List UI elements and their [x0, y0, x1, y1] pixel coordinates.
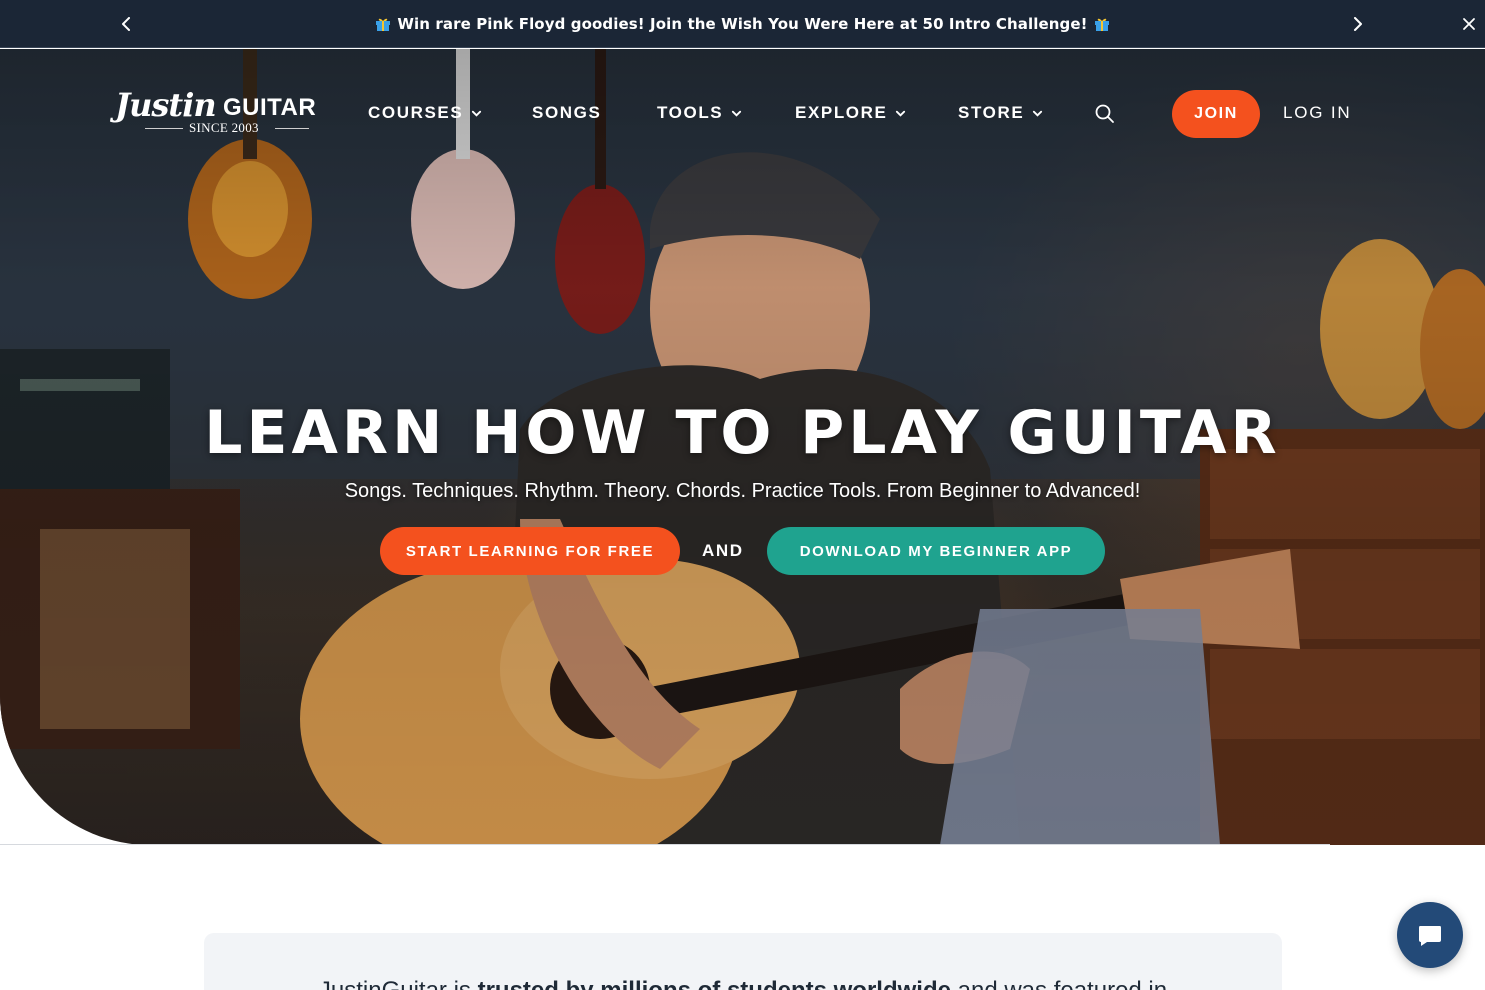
- logo-divider: [145, 128, 183, 129]
- nav-tools-label: TOOLS: [657, 103, 724, 122]
- nav-explore-label: EXPLORE: [795, 103, 888, 122]
- trust-card: JustinGuitar is trusted by millions of s…: [204, 933, 1282, 990]
- trust-suffix: and was featured in: [951, 977, 1167, 990]
- chevron-down-icon: [896, 110, 906, 117]
- site-logo[interactable]: Justin GUITAR SINCE 2003: [115, 86, 317, 138]
- nav-courses-label: COURSES: [368, 103, 464, 122]
- chevron-down-icon: [732, 110, 742, 117]
- trust-prefix: JustinGuitar is: [319, 977, 478, 990]
- nav-store[interactable]: STORE: [958, 103, 1043, 123]
- logo-divider: [275, 128, 309, 129]
- chat-icon: [1419, 926, 1441, 946]
- close-icon[interactable]: [1459, 14, 1479, 34]
- download-app-button[interactable]: DOWNLOAD MY BEGINNER APP: [767, 527, 1105, 575]
- logo-since-text: SINCE 2003: [189, 120, 259, 135]
- hero-title: LEARN HOW TO PLAY GUITAR: [204, 398, 1281, 468]
- logo-guitar-text: GUITAR: [223, 94, 317, 121]
- announcement-text: Win rare Pink Floyd goodies! Join the Wi…: [397, 14, 1088, 33]
- login-link[interactable]: LOG IN: [1283, 103, 1351, 123]
- chevron-left-icon[interactable]: [116, 14, 136, 34]
- nav-songs-label: SONGS: [532, 103, 602, 122]
- cta-separator: AND: [702, 541, 744, 560]
- chevron-down-icon: [1033, 110, 1043, 117]
- nav-tools[interactable]: TOOLS: [657, 103, 742, 123]
- trust-text: JustinGuitar is trusted by millions of s…: [204, 977, 1282, 990]
- hero-subtitle: Songs. Techniques. Rhythm. Theory. Chord…: [344, 480, 1141, 502]
- nav-store-label: STORE: [958, 103, 1025, 122]
- nav-songs[interactable]: SONGS: [532, 103, 601, 123]
- announcement-bar: Win rare Pink Floyd goodies! Join the Wi…: [0, 0, 1485, 48]
- trust-highlight: trusted by millions of students worldwid…: [478, 977, 951, 990]
- logo-wordmark: Justin: [115, 86, 217, 124]
- gift-icon: [1094, 16, 1110, 32]
- nav-explore[interactable]: EXPLORE: [795, 103, 906, 123]
- chevron-right-icon[interactable]: [1348, 14, 1368, 34]
- gift-icon: [375, 16, 391, 32]
- announcement-link[interactable]: Win rare Pink Floyd goodies! Join the Wi…: [375, 15, 1109, 33]
- join-button[interactable]: JOIN: [1172, 90, 1260, 138]
- chat-button[interactable]: [1397, 902, 1463, 968]
- section-divider: [0, 844, 1330, 845]
- chevron-down-icon: [472, 110, 482, 117]
- search-icon[interactable]: [1094, 103, 1116, 125]
- start-learning-button[interactable]: START LEARNING FOR FREE: [380, 527, 680, 575]
- nav-courses[interactable]: COURSES: [368, 103, 482, 123]
